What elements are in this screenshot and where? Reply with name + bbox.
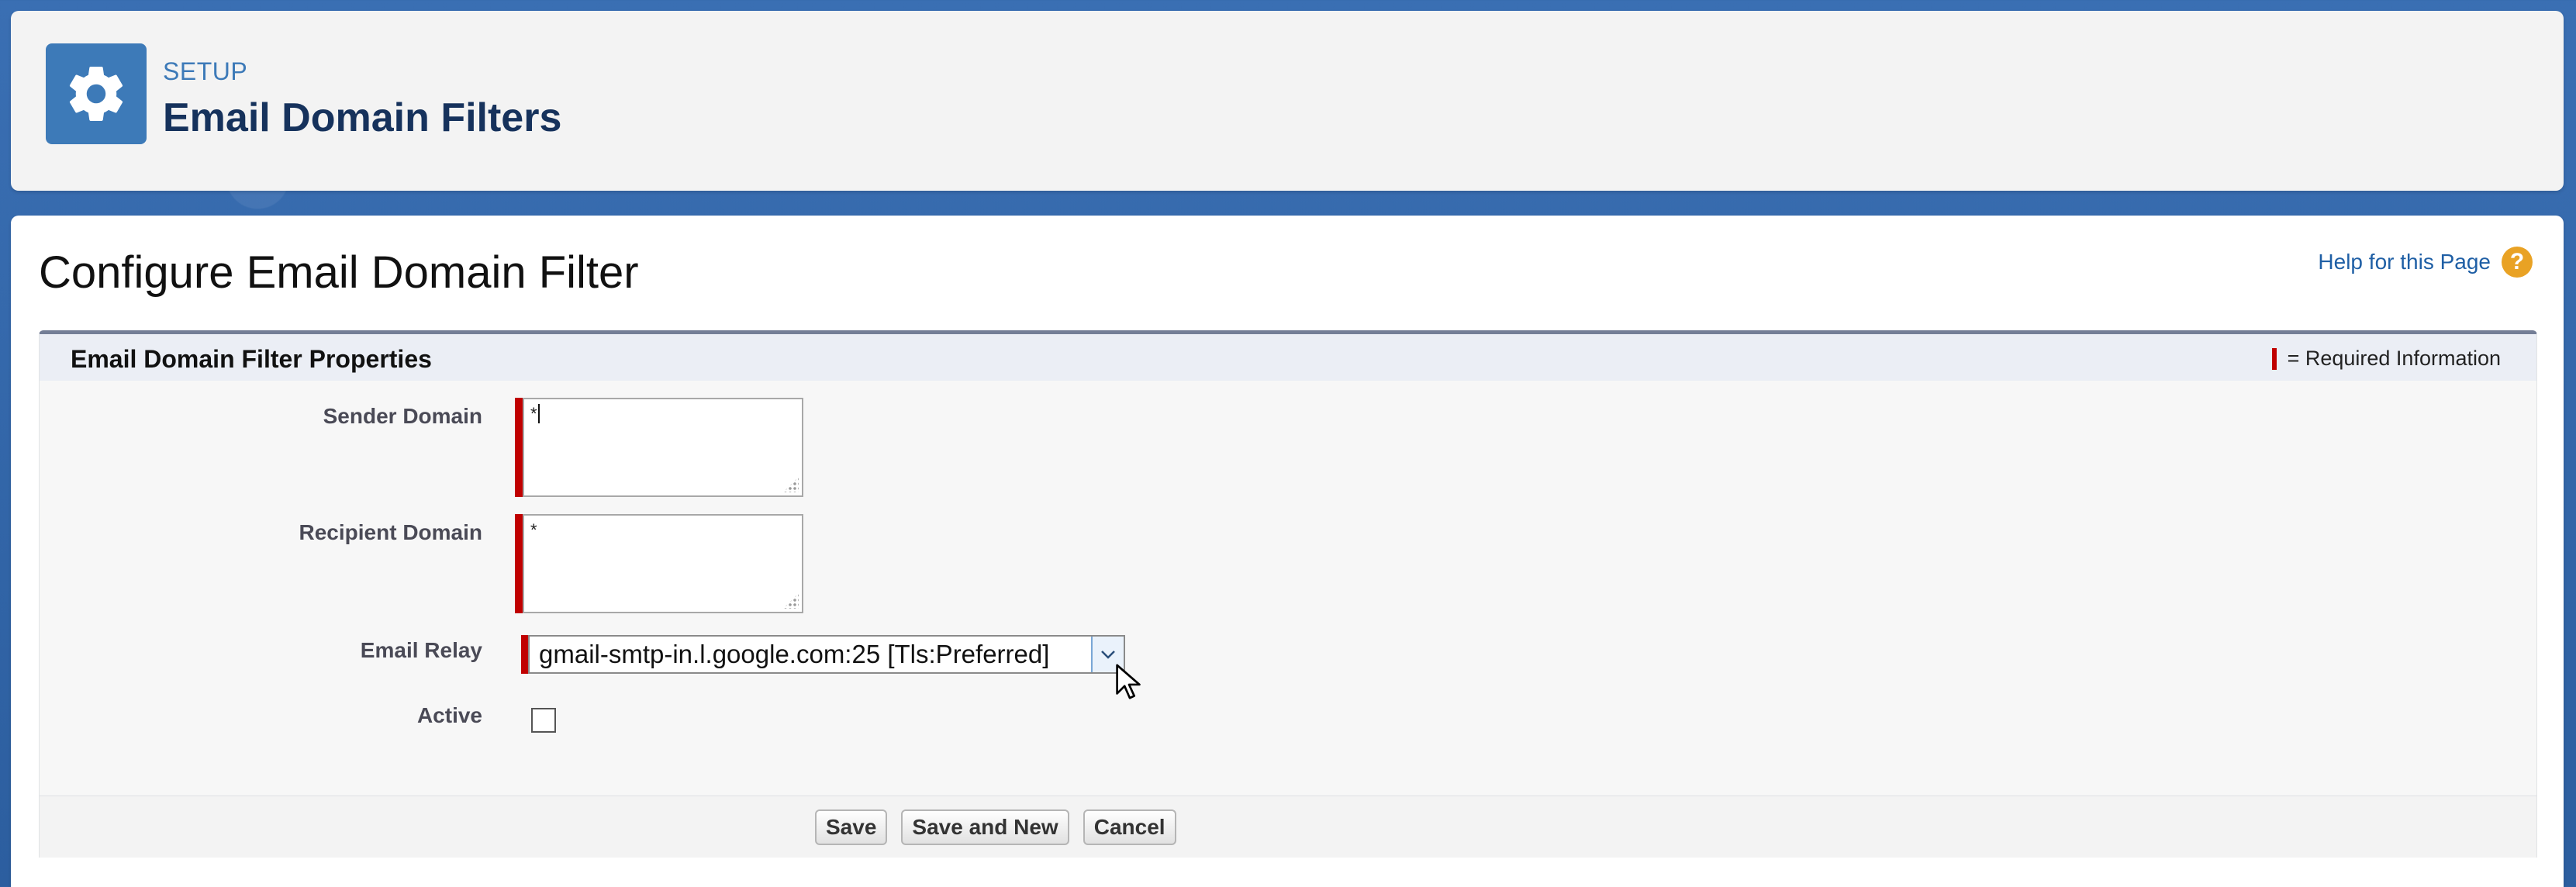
page-header: SETUP Email Domain Filters: [11, 11, 2564, 191]
required-legend: = Required Information: [2271, 347, 2501, 371]
header-title: Email Domain Filters: [163, 95, 562, 140]
save-and-new-button[interactable]: Save and New: [901, 809, 1069, 845]
main-content: Configure Email Domain Filter Help for t…: [11, 216, 2564, 887]
email-relay-control: gmail-smtp-in.l.google.com:25 [Tls:Prefe…: [521, 635, 1125, 674]
recipient-domain-value: *: [530, 520, 537, 540]
recipient-domain-input[interactable]: *: [523, 514, 803, 613]
properties-section: Email Domain Filter Properties = Require…: [39, 330, 2537, 858]
active-control: [531, 708, 556, 733]
gear-icon: [46, 43, 147, 144]
required-legend-text: = Required Information: [2287, 347, 2501, 370]
page-title: Configure Email Domain Filter: [39, 247, 639, 298]
email-relay-selected: gmail-smtp-in.l.google.com:25 [Tls:Prefe…: [539, 640, 1050, 668]
form-buttons: Save Save and New Cancel: [815, 809, 1176, 845]
help-link-label: Help for this Page: [2318, 250, 2491, 274]
chevron-down-icon[interactable]: [1091, 637, 1124, 672]
breadcrumb-setup[interactable]: SETUP: [163, 57, 247, 86]
resize-grip-icon[interactable]: [783, 593, 799, 609]
sender-domain-label: Sender Domain: [323, 404, 482, 428]
active-checkbox[interactable]: [531, 708, 556, 733]
button-bar: Save Save and New Cancel: [40, 796, 2536, 858]
required-indicator-icon: [2271, 347, 2277, 370]
cancel-button[interactable]: Cancel: [1083, 809, 1176, 845]
recipient-domain-label: Recipient Domain: [299, 520, 482, 544]
required-indicator-icon: [515, 514, 523, 613]
required-indicator-icon: [515, 398, 523, 497]
section-header: Email Domain Filter Properties = Require…: [40, 334, 2536, 381]
question-circle-icon: ?: [2502, 247, 2533, 278]
email-relay-label: Email Relay: [360, 638, 482, 662]
resize-grip-icon[interactable]: [783, 477, 799, 492]
sender-domain-control: *: [515, 398, 803, 497]
required-indicator-icon: [521, 635, 528, 674]
recipient-domain-control: *: [515, 514, 803, 613]
section-title: Email Domain Filter Properties: [71, 345, 432, 373]
sender-domain-input[interactable]: *: [523, 398, 803, 497]
active-label: Active: [416, 703, 482, 727]
sender-domain-value: *: [530, 404, 537, 423]
email-relay-select[interactable]: gmail-smtp-in.l.google.com:25 [Tls:Prefe…: [528, 635, 1125, 674]
help-for-page-link[interactable]: Help for this Page ?: [2318, 247, 2533, 278]
save-button[interactable]: Save: [815, 809, 888, 845]
